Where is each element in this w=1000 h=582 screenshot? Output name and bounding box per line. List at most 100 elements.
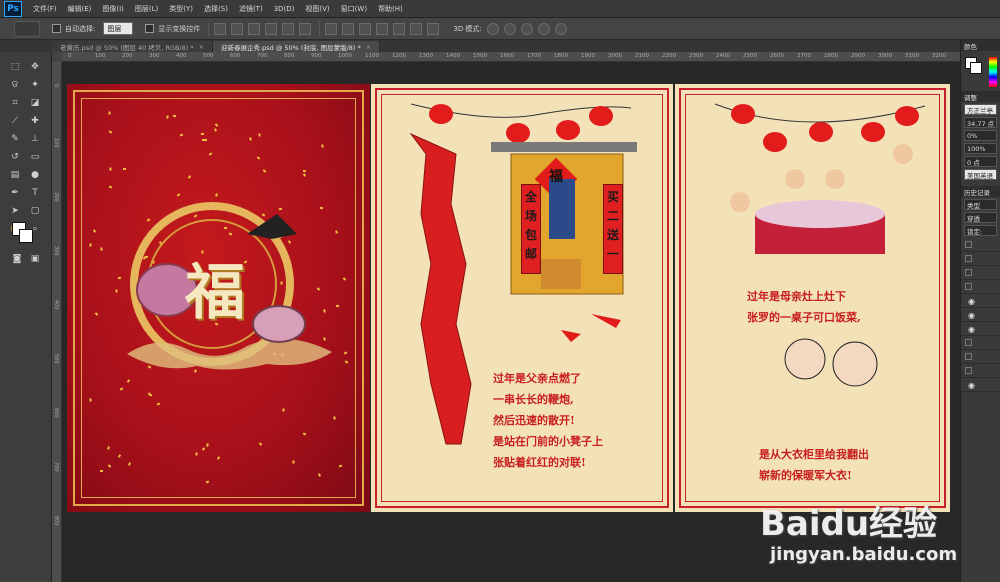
layer-checkbox[interactable] bbox=[965, 255, 972, 262]
menu-window[interactable]: 窗口(W) bbox=[341, 4, 367, 14]
language-field[interactable]: 美国英语 bbox=[964, 169, 997, 180]
menu-3d[interactable]: 3D(D) bbox=[274, 5, 295, 13]
ruler-vertical[interactable]: 0 100 200 300 400 500 600 700 800 bbox=[52, 62, 62, 582]
distribute-left-icon[interactable] bbox=[376, 22, 389, 35]
healing-brush-icon[interactable]: ✚ bbox=[28, 114, 42, 128]
layer-checkbox[interactable] bbox=[965, 353, 972, 360]
quick-mask-icon[interactable]: ◙ bbox=[10, 252, 24, 266]
ruler-tick-label: 1500 bbox=[473, 53, 487, 59]
menu-layer[interactable]: 图层(L) bbox=[135, 4, 158, 14]
tab-yingxinchun[interactable]: 迎新春展企秀.psd @ 50% (封底, 图层蒙版/8) * × bbox=[213, 41, 381, 52]
menu-select[interactable]: 选择(S) bbox=[204, 4, 228, 14]
menu-filter[interactable]: 滤镜(T) bbox=[239, 4, 263, 14]
menu-file[interactable]: 文件(F) bbox=[33, 4, 57, 14]
background-color-swatch[interactable] bbox=[19, 229, 33, 243]
crop-tool-icon[interactable]: ⌗ bbox=[8, 96, 22, 110]
distribute-center-icon[interactable] bbox=[393, 22, 406, 35]
show-transform-checkbox[interactable] bbox=[145, 24, 155, 33]
visibility-eye-icon[interactable]: ◉ bbox=[968, 325, 978, 334]
3d-rotate-icon[interactable] bbox=[486, 22, 499, 35]
font-size-field[interactable]: 34.77 点 bbox=[964, 117, 997, 128]
shape-tool-icon[interactable]: ▢ bbox=[28, 204, 42, 218]
close-icon[interactable]: × bbox=[199, 43, 204, 51]
layer-row[interactable] bbox=[961, 252, 1000, 266]
close-icon[interactable]: × bbox=[366, 43, 371, 51]
dodge-tool-icon[interactable]: ● bbox=[28, 168, 42, 182]
layer-row[interactable] bbox=[961, 280, 1000, 294]
auto-select-dropdown[interactable]: 图层 bbox=[103, 22, 134, 35]
auto-select-checkbox[interactable] bbox=[52, 24, 61, 33]
align-center-icon[interactable] bbox=[282, 22, 295, 35]
layer-row[interactable] bbox=[961, 238, 1000, 252]
distribute-right-icon[interactable] bbox=[410, 22, 423, 35]
blend-mode-select[interactable]: 穿透 bbox=[964, 212, 997, 223]
layer-checkbox[interactable] bbox=[965, 241, 972, 248]
history-brush-icon[interactable]: ↺ bbox=[8, 150, 22, 164]
inner-page-left[interactable]: 全场包邮 买二送一 福 过年是父亲点燃了 一串长长的鞭炮, 然后迅速的散开! 是… bbox=[371, 84, 673, 512]
distribute-bottom-icon[interactable] bbox=[359, 22, 372, 35]
tab-color[interactable]: 颜色 bbox=[961, 40, 1000, 51]
layer-row[interactable]: ◉ bbox=[961, 294, 1000, 308]
magic-wand-icon[interactable]: ✦ bbox=[28, 78, 42, 92]
layer-row[interactable] bbox=[961, 266, 1000, 280]
hue-slider[interactable] bbox=[989, 57, 997, 87]
visibility-eye-icon[interactable]: ◉ bbox=[968, 297, 978, 306]
3d-scale-icon[interactable] bbox=[554, 22, 567, 35]
ruler-horizontal[interactable]: 0 100 200 300 400 500 600 700 800 900 1000 1100 1200… bbox=[62, 52, 960, 62]
align-bottom-icon[interactable] bbox=[248, 22, 261, 35]
move-tool-icon[interactable]: ✥ bbox=[28, 60, 42, 74]
baseline-field[interactable]: 0 点 bbox=[964, 156, 997, 167]
align-right-icon[interactable] bbox=[299, 22, 312, 35]
move-tool-preset[interactable] bbox=[14, 20, 40, 37]
tab-adjustments[interactable]: 调整 bbox=[961, 91, 1000, 102]
menu-view[interactable]: 视图(V) bbox=[305, 4, 329, 14]
layer-kind-filter[interactable]: 类型 bbox=[964, 199, 997, 210]
align-left-icon[interactable] bbox=[265, 22, 278, 35]
tab-laohuangli[interactable]: 老黄历.psd @ 50% (图层 40 拷贝, RGB/8) * × bbox=[52, 41, 214, 52]
type-tool-icon[interactable]: T bbox=[28, 186, 42, 200]
gradient-tool-icon[interactable]: ▤ bbox=[8, 168, 22, 182]
layer-checkbox[interactable] bbox=[965, 269, 972, 276]
eyedropper-tool-icon[interactable]: ⟋ bbox=[8, 114, 22, 128]
layer-checkbox[interactable] bbox=[965, 367, 972, 374]
distribute-middle-icon[interactable] bbox=[342, 22, 355, 35]
visibility-eye-icon[interactable]: ◉ bbox=[968, 311, 978, 320]
tracking-field[interactable]: 0% bbox=[964, 130, 997, 141]
visibility-eye-icon[interactable]: ◉ bbox=[968, 381, 978, 390]
layer-row[interactable]: ◉ bbox=[961, 308, 1000, 322]
lasso-tool-icon[interactable]: ଡ bbox=[8, 78, 22, 92]
scale-field[interactable]: 100% bbox=[964, 143, 997, 154]
slice-tool-icon[interactable]: ◪ bbox=[28, 96, 42, 110]
marquee-tool-icon[interactable]: ⬚ bbox=[8, 60, 22, 74]
bg-color-swatch[interactable] bbox=[970, 62, 982, 74]
distribute-top-icon[interactable] bbox=[325, 22, 338, 35]
auto-align-icon[interactable] bbox=[427, 22, 440, 35]
clone-stamp-icon[interactable]: ⊥ bbox=[28, 132, 42, 146]
layer-checkbox[interactable] bbox=[965, 283, 972, 290]
layer-row[interactable] bbox=[961, 350, 1000, 364]
layer-row[interactable]: ◉ bbox=[961, 378, 1000, 392]
screen-mode-icon[interactable]: ▣ bbox=[28, 252, 42, 266]
brush-tool-icon[interactable]: ✎ bbox=[8, 132, 22, 146]
eraser-tool-icon[interactable]: ▭ bbox=[28, 150, 42, 164]
layer-row[interactable]: ◉ bbox=[961, 322, 1000, 336]
layer-row[interactable] bbox=[961, 336, 1000, 350]
align-top-icon[interactable] bbox=[214, 22, 227, 35]
inner-page-right[interactable]: 过年是母亲灶上灶下 张罗的一桌子可口饭菜, 是从大衣柜里给我翻出 崭新的保暖军大… bbox=[675, 84, 950, 512]
tab-history[interactable]: 历史记录 bbox=[961, 186, 1000, 197]
path-select-icon[interactable]: ➤ bbox=[8, 204, 22, 218]
show-transform-label: 显示变换控件 bbox=[158, 24, 201, 33]
layer-row[interactable] bbox=[961, 364, 1000, 378]
font-family-field[interactable]: 方正兰亭 bbox=[964, 104, 997, 115]
3d-roll-icon[interactable] bbox=[503, 22, 516, 35]
3d-slide-icon[interactable] bbox=[537, 22, 550, 35]
3d-pan-icon[interactable] bbox=[520, 22, 533, 35]
layer-checkbox[interactable] bbox=[965, 339, 972, 346]
cover-panel[interactable]: 福 bbox=[67, 84, 370, 512]
menu-edit[interactable]: 编辑(E) bbox=[68, 4, 92, 14]
pen-tool-icon[interactable]: ✒ bbox=[8, 186, 22, 200]
menu-image[interactable]: 图像(I) bbox=[102, 4, 124, 14]
align-middle-icon[interactable] bbox=[231, 22, 244, 35]
menu-type[interactable]: 类型(Y) bbox=[169, 4, 193, 14]
menu-help[interactable]: 帮助(H) bbox=[378, 4, 403, 14]
